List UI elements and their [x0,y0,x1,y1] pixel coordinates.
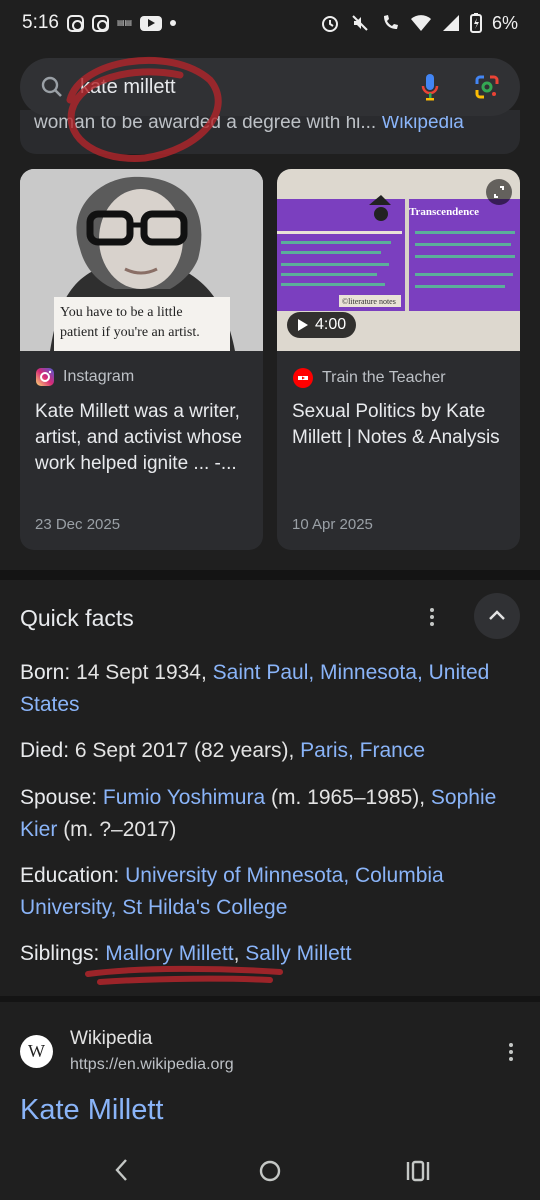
fact-value: 6 Sept 2017 (82 years), [69,739,301,762]
fact-label: Died: [20,739,70,762]
battery-percent: 6% [491,12,518,33]
battery-icon [469,13,482,33]
fact-label: Spouse: [20,786,98,809]
wikipedia-logo-icon: W [20,1035,53,1068]
clock: 5:16 [22,12,59,33]
fact-born: Born: 14 Sept 1934, Saint Paul, Minnesot… [20,657,515,721]
wifi-call-icon [383,15,398,29]
fact-education: Education: University of Minnesota, Colu… [20,860,515,924]
news-icon: ▤▤ [116,18,133,27]
video-result-card[interactable]: Transcendence ©literature notes 4:00 Tra… [277,169,520,550]
card-source-label: Instagram [63,368,135,385]
section-divider [0,570,540,580]
instagram-icon [36,368,54,386]
mic-icon[interactable] [420,72,440,102]
card-date: 23 Dec 2025 [35,516,121,533]
fact-value: (m. ?–2017) [57,818,177,841]
card-source-label: Train the Teacher [322,369,446,386]
expand-icon[interactable] [486,179,512,205]
instagram-icon [66,14,84,32]
back-icon[interactable] [111,1157,133,1183]
fact-spouse: Spouse: Fumio Yoshimura (m. 1965–1985), … [20,782,515,846]
result-url: https://en.wikipedia.org [70,1056,234,1073]
fact-value: 14 Sept 1934, [70,661,213,684]
play-icon [298,319,308,331]
dot-icon [170,20,177,26]
collapse-button[interactable] [474,593,520,639]
fact-died: Died: 6 Sept 2017 (82 years), Paris, Fra… [20,735,515,767]
signal-icon [442,15,459,31]
duration-text: 4:00 [315,316,347,333]
fact-label: Born: [20,661,71,684]
video-thumbnail[interactable]: Transcendence ©literature notes 4:00 [277,169,520,351]
red-underline-annotation [85,965,283,985]
section-divider [0,996,540,1002]
result-title-link[interactable]: Kate Millett [20,1094,163,1127]
card-date: 10 Apr 2025 [292,516,373,533]
spouse-link-fumio-yoshimura[interactable]: Fumio Yoshimura [103,786,265,809]
fact-value: (m. 1965–1985), [265,786,431,809]
youtube-icon [293,368,313,388]
home-icon[interactable] [257,1158,283,1184]
quote-caption: You have to be a little patient if you'r… [54,297,230,351]
thumb-credit: ©literature notes [342,297,396,306]
system-navigation-bar [0,1140,540,1200]
red-circle-annotation [66,56,222,162]
result-more-options-icon[interactable] [509,1043,513,1061]
recents-icon[interactable] [405,1158,431,1184]
wifi-icon [410,15,431,31]
card-thumbnail: You have to be a little patient if you'r… [20,169,263,351]
youtube-icon [140,15,163,31]
mute-icon [352,15,368,31]
instagram-result-card[interactable]: You have to be a little patient if you'r… [20,169,263,550]
result-site-name: Wikipedia [70,1028,153,1049]
thumb-heading: Transcendence [409,206,479,218]
deathplace-link[interactable]: Paris, France [300,739,425,762]
alarm-icon [321,16,338,32]
card-title[interactable]: Kate Millett was a writer, artist, and a… [35,399,251,477]
video-duration-badge: 4:00 [287,312,357,338]
more-options-icon[interactable] [430,608,434,626]
chevron-up-icon [489,610,505,620]
fact-label: Education: [20,864,120,887]
instagram-icon [91,14,109,32]
card-title[interactable]: Sexual Politics by Kate Millett | Notes … [292,399,508,451]
google-lens-icon[interactable] [474,74,500,100]
quick-facts-heading: Quick facts [20,605,134,631]
